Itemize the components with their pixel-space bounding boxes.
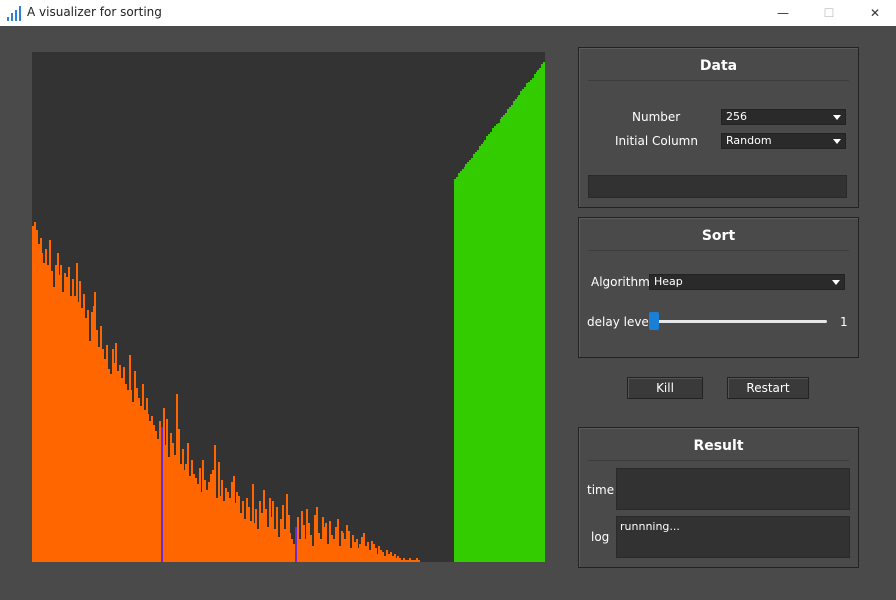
- delay-slider-handle[interactable]: [649, 312, 659, 330]
- time-output[interactable]: [616, 468, 850, 510]
- kill-button[interactable]: Kill: [627, 377, 703, 399]
- number-label: Number: [632, 110, 681, 124]
- number-select-value: 256: [726, 110, 747, 123]
- restart-button[interactable]: Restart: [727, 377, 809, 399]
- data-panel: Data Number 256 Initial Column Random: [578, 47, 859, 208]
- bar-chart-icon: [6, 5, 22, 21]
- time-label: time: [587, 483, 615, 497]
- delay-level-label: delay level: [587, 315, 653, 329]
- maximize-button[interactable]: ☐: [806, 0, 852, 26]
- result-panel-title: Result: [693, 438, 744, 454]
- delay-level-value: 1: [840, 315, 848, 329]
- initial-column-label: Initial Column: [615, 134, 698, 148]
- sort-panel-title: Sort: [701, 228, 736, 244]
- algorithm-select[interactable]: Heap: [649, 274, 845, 290]
- generate-data-button[interactable]: [588, 175, 847, 198]
- chevron-down-icon: [833, 139, 841, 144]
- sort-bar: [418, 560, 421, 562]
- sort-visualizer-canvas: [32, 52, 545, 562]
- minimize-button[interactable]: —: [760, 0, 806, 26]
- window-title: A visualizer for sorting: [27, 5, 162, 19]
- divider: [588, 460, 849, 461]
- delay-slider-track[interactable]: [651, 320, 827, 323]
- algorithm-select-value: Heap: [654, 275, 683, 288]
- sort-bar: [543, 62, 545, 562]
- chevron-down-icon: [832, 280, 840, 285]
- log-output[interactable]: runnning...: [616, 516, 850, 558]
- close-button[interactable]: ✕: [852, 0, 896, 26]
- chevron-down-icon: [833, 115, 841, 120]
- result-panel: Result time log runnning...: [578, 427, 859, 568]
- log-label: log: [591, 530, 610, 544]
- initial-column-select[interactable]: Random: [721, 133, 846, 149]
- divider: [588, 250, 849, 251]
- sort-panel: Sort Algorithm Heap delay level 1: [578, 217, 859, 358]
- number-select[interactable]: 256: [721, 109, 846, 125]
- algorithm-label: Algorithm: [591, 275, 650, 289]
- divider: [588, 80, 849, 81]
- initial-column-select-value: Random: [726, 134, 772, 147]
- title-bar: A visualizer for sorting — ☐ ✕: [0, 0, 896, 26]
- data-panel-title: Data: [699, 58, 738, 74]
